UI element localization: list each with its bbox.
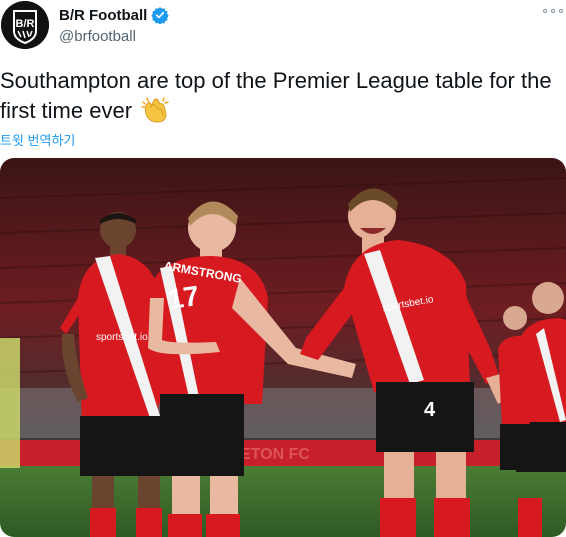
translate-tweet-link[interactable]: 트윗 번역하기 xyxy=(0,130,75,149)
clapping-hands-icon xyxy=(140,96,170,124)
verified-badge-icon xyxy=(151,6,170,24)
shorts-number-4: 4 xyxy=(424,399,436,421)
name-row: B/R Football xyxy=(59,6,170,24)
shirt-number-17: 17 xyxy=(166,280,201,315)
celebration-photo: ETON FC sportsbet.io 17 ARMSTRONG sports… xyxy=(0,158,566,537)
goalkeeper-edge xyxy=(0,338,20,468)
svg-text:B/R: B/R xyxy=(16,18,35,30)
avatar[interactable]: B/R xyxy=(1,1,49,49)
tweet-photo[interactable]: ETON FC sportsbet.io 17 ARMSTRONG sports… xyxy=(0,158,566,537)
br-logo-icon: B/R xyxy=(1,1,49,49)
more-options-icon[interactable] xyxy=(542,4,564,18)
tweet-header: B/R B/R Football @brfootball xyxy=(0,0,566,58)
tweet-text: Southampton are top of the Premier Leagu… xyxy=(0,66,560,126)
sponsor-text-1: sportsbet.io xyxy=(96,332,148,343)
display-name[interactable]: B/R Football xyxy=(59,7,147,24)
account-handle[interactable]: @brfootball xyxy=(59,28,136,45)
tweet-body: Southampton are top of the Premier Leagu… xyxy=(0,68,552,123)
board-text: ETON FC xyxy=(240,446,310,463)
